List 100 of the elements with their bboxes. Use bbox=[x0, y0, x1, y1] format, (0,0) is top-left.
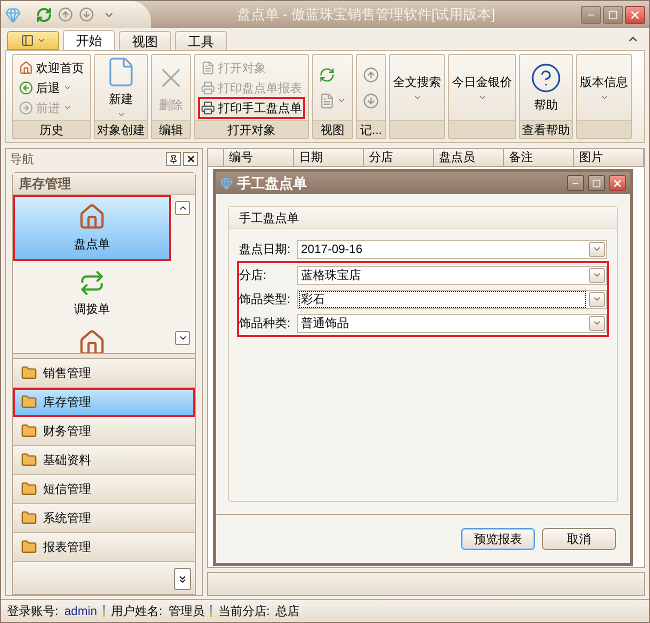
column-header[interactable]: 编号 bbox=[224, 149, 294, 166]
app-menu-button[interactable] bbox=[7, 31, 59, 50]
nav-group-button[interactable]: 库存管理 bbox=[13, 388, 195, 417]
printer-icon bbox=[201, 100, 215, 114]
window-title: 盘点单 - 傲蓝珠宝销售管理软件[试用版本] bbox=[236, 5, 496, 24]
column-header[interactable]: 图片 bbox=[574, 149, 644, 166]
panel-title: 导航 bbox=[10, 151, 35, 168]
maximize-icon bbox=[608, 10, 618, 20]
ribbon-tab[interactable]: 视图 bbox=[119, 31, 171, 50]
close-button[interactable] bbox=[609, 175, 626, 191]
dialog-title: 手工盘点单 bbox=[237, 174, 308, 193]
maximize-icon bbox=[592, 178, 601, 188]
ribbon-button[interactable]: 今日金银价 bbox=[449, 55, 515, 120]
status-label: 登录账号: bbox=[7, 603, 58, 620]
nav-item[interactable]: 调拨单 bbox=[13, 261, 171, 327]
group-caption: 视图 bbox=[320, 122, 344, 138]
group-caption: 历史 bbox=[40, 122, 64, 138]
dropdown-button[interactable] bbox=[589, 292, 605, 306]
group-caption: 查看帮助 bbox=[522, 122, 570, 138]
folder-icon bbox=[21, 365, 37, 381]
folder-icon bbox=[21, 394, 37, 410]
dropdown-button[interactable] bbox=[589, 242, 605, 256]
nav-group-button[interactable]: 短信管理 bbox=[13, 475, 195, 504]
combo-box[interactable]: 彩石 bbox=[297, 290, 607, 308]
transfer-icon bbox=[79, 270, 105, 296]
field-label: 饰品类型: bbox=[239, 291, 292, 308]
combo-box[interactable]: 2017-09-16 bbox=[297, 240, 607, 258]
caret-icon bbox=[36, 36, 46, 45]
nav-group-button[interactable]: 销售管理 bbox=[13, 359, 195, 388]
combo-value: 普通饰品 bbox=[300, 316, 350, 330]
group-caption: 记... bbox=[360, 122, 382, 138]
scroll-up-button[interactable] bbox=[175, 201, 190, 215]
combo-box[interactable]: 蓝格珠宝店 bbox=[297, 266, 607, 284]
folder-icon bbox=[21, 539, 37, 555]
help-icon bbox=[530, 62, 562, 94]
more-button[interactable] bbox=[174, 568, 191, 590]
ribbon-button[interactable]: 版本信息 bbox=[577, 55, 631, 120]
status-value: 总店 bbox=[276, 603, 300, 620]
dropdown-button[interactable] bbox=[589, 316, 605, 330]
close-icon bbox=[612, 178, 623, 188]
column-header[interactable]: 盘点员 bbox=[434, 149, 504, 166]
status-value: admin bbox=[64, 603, 98, 620]
house-icon bbox=[78, 203, 106, 231]
scroll-down-button[interactable] bbox=[175, 331, 190, 345]
dialog-button[interactable]: 预览报表 bbox=[461, 528, 535, 550]
gem-icon bbox=[220, 176, 233, 190]
close-button[interactable] bbox=[625, 6, 645, 24]
column-header[interactable]: 分店 bbox=[364, 149, 434, 166]
combo-value: 蓝格珠宝店 bbox=[300, 268, 362, 282]
pin-icon bbox=[169, 154, 178, 164]
ribbon-button[interactable]: 帮助 bbox=[527, 55, 565, 120]
combo-value: 2017-09-16 bbox=[300, 242, 364, 256]
pane-title: 库存管理 bbox=[19, 174, 71, 193]
column-header[interactable]: 备注 bbox=[504, 149, 574, 166]
close-icon bbox=[629, 8, 641, 20]
group-caption: 编辑 bbox=[159, 122, 183, 138]
column-header[interactable]: 日期 bbox=[294, 149, 364, 166]
chevrons-icon bbox=[177, 574, 188, 584]
combo-box[interactable]: 普通饰品 bbox=[297, 314, 607, 332]
nav-item[interactable]: 盘点单 bbox=[13, 195, 171, 261]
separator bbox=[210, 605, 212, 617]
nav-group-button[interactable]: 财务管理 bbox=[13, 417, 195, 446]
nav-group-button[interactable]: 报表管理 bbox=[13, 533, 195, 562]
minimize-button[interactable] bbox=[567, 175, 584, 191]
ribbon-button[interactable]: 全文搜索 bbox=[390, 55, 444, 120]
maximize-button[interactable] bbox=[588, 175, 605, 191]
ribbon-tab[interactable]: 开始 bbox=[63, 30, 115, 50]
field-label: 分店: bbox=[239, 267, 268, 284]
document-icon bbox=[319, 92, 335, 108]
dropdown-button[interactable] bbox=[589, 268, 605, 282]
combo-value: 彩石 bbox=[300, 292, 585, 306]
separator bbox=[103, 605, 106, 617]
house-icon bbox=[78, 329, 106, 353]
folder-icon bbox=[21, 423, 37, 439]
ribbon-button[interactable]: 后退 bbox=[17, 78, 86, 98]
maximize-button[interactable] bbox=[603, 6, 623, 24]
ribbon-tab[interactable]: 工具 bbox=[175, 31, 227, 50]
panel-icon bbox=[20, 34, 34, 47]
ribbon-button[interactable]: 新建 bbox=[102, 55, 140, 120]
status-value: 管理员 bbox=[168, 603, 204, 620]
nav-group-button[interactable]: 基础资料 bbox=[13, 446, 195, 475]
close-button[interactable] bbox=[183, 152, 198, 166]
status-label: 用户姓名: bbox=[111, 603, 162, 620]
field-label: 饰品种类: bbox=[239, 315, 292, 332]
printer-icon bbox=[201, 80, 215, 94]
field-label: 盘点日期: bbox=[239, 241, 292, 258]
ribbon-button[interactable]: 欢迎首页 bbox=[17, 58, 86, 78]
refresh-icon bbox=[319, 66, 335, 82]
group-caption: 对象创建 bbox=[97, 122, 145, 138]
close-icon bbox=[186, 154, 196, 164]
document-icon bbox=[201, 60, 215, 74]
status-label: 当前分店: bbox=[218, 603, 270, 620]
home-icon bbox=[19, 60, 33, 74]
pin-button[interactable] bbox=[166, 152, 181, 166]
nav-group-button[interactable]: 系统管理 bbox=[13, 504, 195, 533]
dialog-button[interactable]: 取消 bbox=[542, 528, 616, 550]
ribbon-button[interactable]: 打印手工盘点单 bbox=[199, 98, 304, 118]
minimize-button[interactable] bbox=[581, 6, 601, 24]
folder-icon bbox=[21, 481, 37, 497]
refresh-icon[interactable] bbox=[36, 6, 52, 22]
